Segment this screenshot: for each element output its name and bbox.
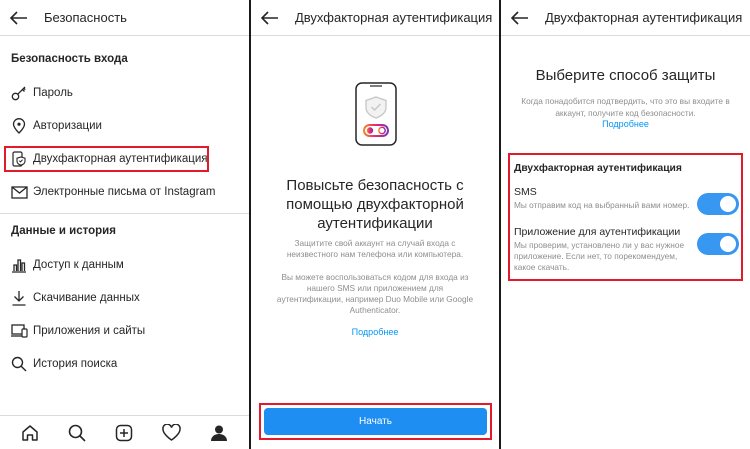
- home-icon[interactable]: [19, 422, 41, 444]
- menu-item-label: Авторизации: [33, 120, 102, 132]
- intro-description-methods: Вы можете воспользоваться кодом для вход…: [276, 272, 474, 315]
- sms-toggle[interactable]: [697, 193, 739, 215]
- mail-icon: [10, 183, 28, 201]
- menu-item-search-history[interactable]: История поиска: [0, 349, 249, 379]
- highlight-box: Начать: [259, 403, 492, 440]
- section-title-login-security: Безопасность входа: [11, 53, 128, 65]
- download-icon: [10, 289, 28, 307]
- menu-item-instagram-emails[interactable]: Электронные письма от Instagram: [0, 177, 249, 207]
- location-pin-icon: [10, 117, 28, 135]
- top-bar: Безопасность: [0, 0, 249, 36]
- intro-heading: Повысьте безопасность с помощью двухфакт…: [286, 177, 464, 232]
- option-sms: SMS Мы отправим код на выбранный вами но…: [514, 186, 739, 215]
- intro-description: Защитите свой аккаунт на случай входа с …: [286, 238, 464, 259]
- bar-chart-icon: [10, 256, 28, 274]
- back-arrow-icon[interactable]: [509, 7, 531, 29]
- choose-method-description: Когда понадобится подтвердить, что это в…: [521, 96, 730, 118]
- security-settings-panel: Безопасность Безопасность входа Пароль А…: [0, 0, 249, 449]
- back-arrow-icon[interactable]: [259, 7, 281, 29]
- section-title-data-history: Данные и история: [11, 225, 116, 237]
- top-bar: Двухфакторная аутентификация: [251, 0, 499, 36]
- toggle-knob: [720, 196, 736, 212]
- two-factor-intro-panel: Двухфакторная аутентификация Повысьте бе…: [251, 0, 499, 449]
- start-button[interactable]: Начать: [264, 408, 487, 435]
- learn-more-link[interactable]: Подробнее: [602, 119, 649, 129]
- menu-item-label: Доступ к данным: [33, 259, 124, 271]
- page-title: Двухфакторная аутентификация: [545, 10, 743, 25]
- option-auth-app: Приложение для аутентификации Мы провери…: [514, 226, 739, 273]
- two-factor-options: Двухфакторная аутентификация SMS Мы отпр…: [508, 153, 743, 281]
- highlight-box: [4, 146, 209, 172]
- heart-icon[interactable]: [161, 422, 183, 444]
- menu-item-label: Приложения и сайты: [33, 325, 146, 337]
- search-icon: [10, 355, 28, 373]
- choose-method-heading: Выберите способ защиты: [535, 67, 716, 84]
- page-title: Двухфакторная аутентификация: [295, 10, 493, 25]
- devices-icon: [10, 322, 28, 340]
- menu-item-password[interactable]: Пароль: [0, 78, 249, 108]
- toggle-knob: [720, 236, 736, 252]
- auth-app-toggle[interactable]: [697, 233, 739, 255]
- choose-method-panel: Двухфакторная аутентификация Выберите сп…: [501, 0, 750, 449]
- back-arrow-icon[interactable]: [8, 7, 30, 29]
- phone-shield-illustration: [355, 82, 397, 151]
- option-description: Мы отправим код на выбранный вами номер.: [514, 200, 690, 210]
- menu-item-label: Пароль: [33, 87, 73, 99]
- learn-more-link[interactable]: Подробнее: [352, 327, 399, 337]
- menu-item-label: Скачивание данных: [33, 292, 140, 304]
- profile-icon[interactable]: [208, 422, 230, 444]
- top-bar: Двухфакторная аутентификация: [501, 0, 750, 36]
- key-icon: [10, 84, 28, 102]
- bottom-navigation: [0, 415, 249, 449]
- menu-item-apps-websites[interactable]: Приложения и сайты: [0, 316, 249, 346]
- add-icon[interactable]: [113, 422, 135, 444]
- option-description: Мы проверим, установлено ли у вас нужное…: [514, 240, 685, 272]
- menu-item-login-activity[interactable]: Авторизации: [0, 111, 249, 141]
- menu-item-label: Электронные письма от Instagram: [33, 186, 216, 198]
- menu-item-label: История поиска: [33, 358, 118, 370]
- options-title: Двухфакторная аутентификация: [514, 163, 682, 174]
- search-icon[interactable]: [66, 422, 88, 444]
- menu-item-data-access[interactable]: Доступ к данным: [0, 250, 249, 280]
- menu-item-download-data[interactable]: Скачивание данных: [0, 283, 249, 313]
- page-title: Безопасность: [44, 10, 127, 25]
- section-divider: [0, 213, 249, 214]
